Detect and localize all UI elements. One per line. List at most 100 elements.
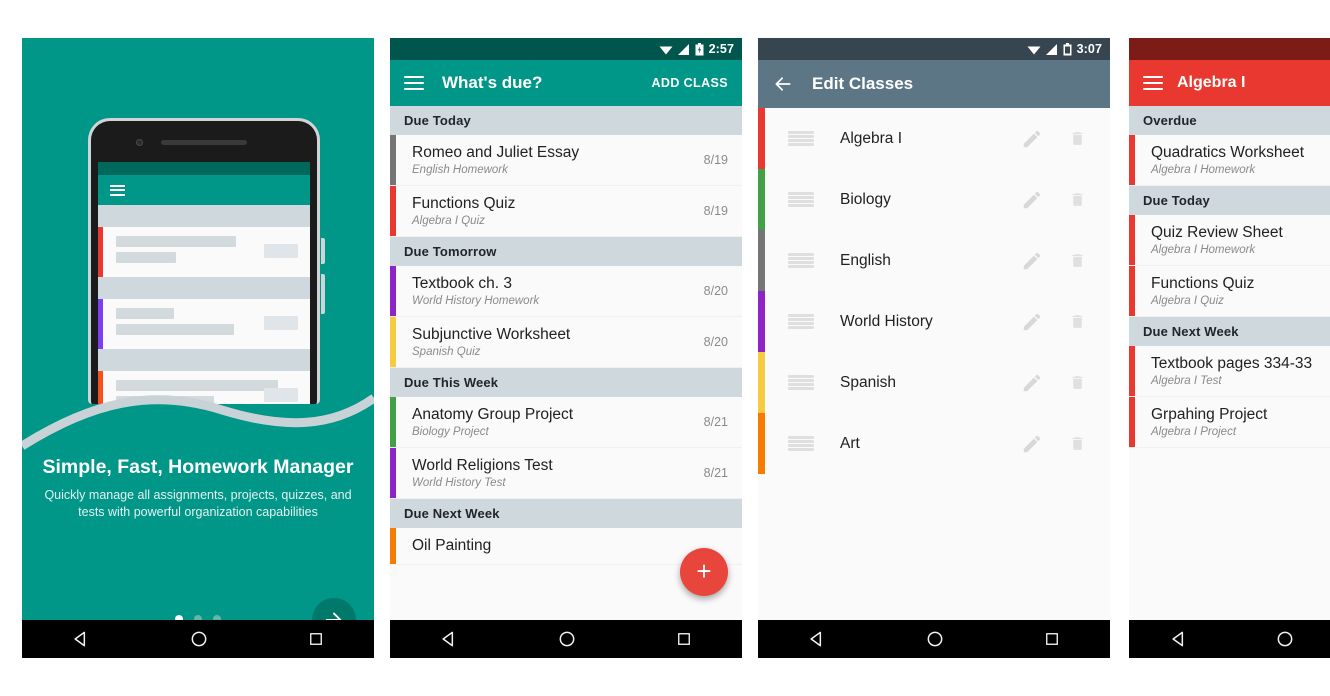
class-color-stripe <box>390 266 396 316</box>
class-color-stripe <box>758 108 765 169</box>
task-subtitle: Algebra I Homework <box>1151 164 1256 176</box>
class-row[interactable]: English <box>758 230 1110 291</box>
trash-icon[interactable] <box>1069 311 1086 332</box>
task-row[interactable]: Textbook ch. 3 World History Homework 8/… <box>390 266 742 317</box>
trash-icon[interactable] <box>1069 250 1086 271</box>
class-row[interactable]: Art <box>758 413 1110 474</box>
class-color-stripe <box>1129 346 1135 396</box>
recents-square-icon[interactable] <box>1043 630 1061 648</box>
task-subtitle: Algebra I Project <box>1151 426 1237 438</box>
task-row[interactable]: Anatomy Group Project Biology Project 8/… <box>390 397 742 448</box>
mock-row <box>98 227 310 277</box>
section-header: Due This Week <box>390 368 742 397</box>
onboarding-panel: Simple, Fast, Homework Manager Quickly m… <box>22 38 374 658</box>
class-row[interactable]: Biology <box>758 169 1110 230</box>
mock-row <box>98 299 310 349</box>
class-color-stripe <box>390 397 396 447</box>
class-row[interactable]: World History <box>758 291 1110 352</box>
phone-screen <box>98 162 310 404</box>
drag-handle-icon[interactable] <box>788 374 814 391</box>
class-color-stripe <box>390 186 396 236</box>
home-circle-icon[interactable] <box>557 629 577 649</box>
class-row[interactable]: Algebra I <box>758 108 1110 169</box>
drag-handle-icon[interactable] <box>788 252 814 269</box>
class-color-stripe <box>390 317 396 367</box>
trash-icon[interactable] <box>1069 372 1086 393</box>
battery-charging-icon <box>695 42 704 56</box>
status-bar <box>1129 38 1330 60</box>
class-color-stripe <box>758 413 765 474</box>
pencil-icon[interactable] <box>1021 250 1043 272</box>
trash-icon[interactable] <box>1069 128 1086 149</box>
home-circle-icon[interactable] <box>925 629 945 649</box>
phone-mockup <box>88 118 325 404</box>
page-title: What's due? <box>442 73 543 92</box>
back-triangle-icon[interactable] <box>71 629 91 649</box>
class-color-stripe <box>1129 135 1135 185</box>
app-bar: What's due? ADD CLASS <box>390 60 742 106</box>
task-date: 8/21 <box>703 415 728 429</box>
add-class-button[interactable]: ADD CLASS <box>651 76 728 90</box>
task-row[interactable]: Grpahing Project Algebra I Project <box>1129 397 1330 448</box>
task-row[interactable]: Romeo and Juliet Essay English Homework … <box>390 135 742 186</box>
page-title: Edit Classes <box>812 74 914 93</box>
add-task-fab[interactable]: + <box>680 548 728 596</box>
drag-handle-icon[interactable] <box>788 191 814 208</box>
recents-square-icon[interactable] <box>675 630 693 648</box>
task-subtitle: Algebra I Quiz <box>1151 295 1224 307</box>
back-arrow-icon[interactable] <box>772 74 794 94</box>
android-navbar <box>1129 620 1330 658</box>
class-name: World History <box>840 312 933 330</box>
task-date: 8/19 <box>703 204 728 218</box>
hamburger-icon[interactable] <box>1143 76 1163 90</box>
back-triangle-icon[interactable] <box>439 629 459 649</box>
task-row[interactable]: Quadratics Worksheet Algebra I Homework <box>1129 135 1330 186</box>
pencil-icon[interactable] <box>1021 189 1043 211</box>
pencil-icon[interactable] <box>1021 311 1043 333</box>
pencil-icon[interactable] <box>1021 372 1043 394</box>
signal-icon <box>677 43 690 55</box>
task-date: 8/20 <box>703 284 728 298</box>
class-name: Spanish <box>840 373 897 391</box>
mock-row-date <box>264 244 298 258</box>
section-header: Overdue <box>1129 106 1330 135</box>
trash-icon[interactable] <box>1069 433 1086 454</box>
mock-row-stripe <box>98 299 103 349</box>
drag-handle-icon[interactable] <box>788 313 814 330</box>
phone-speaker <box>161 140 247 145</box>
task-row[interactable]: Functions Quiz Algebra I Quiz 8/19 <box>390 186 742 237</box>
drag-handle-icon[interactable] <box>788 130 814 147</box>
task-subtitle: Algebra I Homework <box>1151 244 1256 256</box>
task-row[interactable]: World Religions Test World History Test … <box>390 448 742 499</box>
task-title: Functions Quiz <box>1151 275 1255 292</box>
mock-section-header <box>98 277 310 299</box>
onboarding-subtitle: Quickly manage all assignments, projects… <box>44 488 352 519</box>
task-row[interactable]: Subjunctive Worksheet Spanish Quiz 8/20 <box>390 317 742 368</box>
back-triangle-icon[interactable] <box>1169 629 1189 649</box>
task-title: Anatomy Group Project <box>412 406 574 423</box>
class-color-stripe <box>758 291 765 352</box>
class-row[interactable]: Spanish <box>758 352 1110 413</box>
class-color-stripe <box>758 169 765 230</box>
onboarding-copy: Simple, Fast, Homework Manager Quickly m… <box>22 456 374 521</box>
home-circle-icon[interactable] <box>1275 629 1295 649</box>
task-row[interactable]: Textbook pages 334-33 Algebra I Test <box>1129 346 1330 397</box>
pencil-icon[interactable] <box>1021 433 1043 455</box>
trash-icon[interactable] <box>1069 189 1086 210</box>
recents-square-icon[interactable] <box>307 630 325 648</box>
task-title: Oil Painting <box>412 537 492 554</box>
onboarding-title: Simple, Fast, Homework Manager <box>42 456 354 478</box>
back-triangle-icon[interactable] <box>807 629 827 649</box>
task-row[interactable]: Quiz Review Sheet Algebra I Homework <box>1129 215 1330 266</box>
task-subtitle: Spanish Quiz <box>412 346 481 358</box>
class-name: Algebra I <box>840 129 903 147</box>
class-color-stripe <box>390 448 396 498</box>
pencil-icon[interactable] <box>1021 128 1043 150</box>
task-date: 8/20 <box>703 335 728 349</box>
drag-handle-icon[interactable] <box>788 435 814 452</box>
hamburger-icon[interactable] <box>404 76 424 90</box>
home-circle-icon[interactable] <box>189 629 209 649</box>
task-row[interactable]: Functions Quiz Algebra I Quiz <box>1129 266 1330 317</box>
android-navbar <box>390 620 742 658</box>
phone-volume-button <box>321 274 325 314</box>
